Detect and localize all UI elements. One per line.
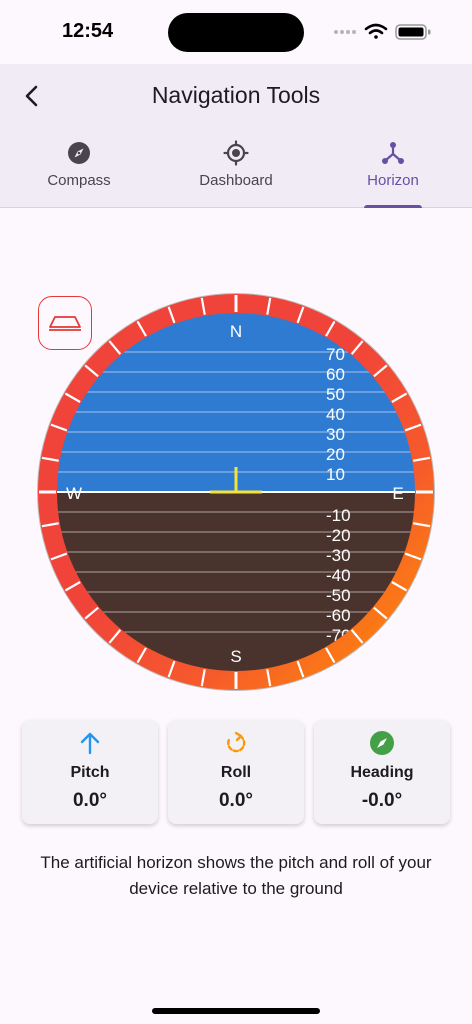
tab-label: Compass <box>47 172 111 189</box>
wifi-icon <box>364 23 388 39</box>
gps-crosshair-icon <box>223 140 249 166</box>
horizon-nodes-icon <box>382 142 404 164</box>
pitch-value: 0.0° <box>72 790 107 811</box>
pitch-label: 20 <box>326 445 345 464</box>
status-time: 12:54 <box>62 20 114 42</box>
roll-value: 0.0° <box>218 790 253 811</box>
pitch-label: 70 <box>326 345 345 364</box>
page-title: Navigation Tools <box>151 82 321 108</box>
pitch-label: -10 <box>326 506 351 525</box>
card-label: Roll <box>220 764 252 781</box>
attitude-indicator: 70 60 50 40 30 20 10 -10 -20 -30 -40 -50… <box>36 292 436 692</box>
pitch-label: 30 <box>326 425 345 444</box>
description-text: The artificial horizon shows the pitch a… <box>40 853 432 898</box>
pitch-label: -30 <box>326 546 351 565</box>
active-tab-indicator <box>364 205 422 208</box>
compass-icon <box>68 142 90 164</box>
heading-card: Heading -0.0° <box>314 720 450 824</box>
perspective-plane-icon <box>49 316 81 331</box>
attitude-dial: 70 60 50 40 30 20 10 -10 -20 -30 -40 -50… <box>37 293 435 691</box>
pitch-label: -20 <box>326 526 351 545</box>
status-bar: 12:54 <box>0 0 472 64</box>
app-header: Navigation Tools Compass Dashboard Horiz… <box>0 64 472 208</box>
arrow-up-icon <box>80 732 100 755</box>
pitch-label: -40 <box>326 566 351 585</box>
pitch-label: 60 <box>326 365 345 384</box>
pitch-card: Pitch 0.0° <box>22 720 158 824</box>
tab-compass[interactable]: Compass <box>4 140 154 208</box>
status-icons <box>334 23 431 40</box>
cardinal-north: N <box>230 322 242 341</box>
roll-card: Roll 0.0° <box>168 720 304 824</box>
card-label: Pitch <box>70 764 110 781</box>
heading-value: -0.0° <box>361 790 403 811</box>
pitch-label: 40 <box>326 405 345 424</box>
tab-dashboard[interactable]: Dashboard <box>161 140 311 208</box>
tab-label: Horizon <box>367 172 419 189</box>
battery-icon <box>395 24 431 40</box>
signal-icon <box>334 30 356 34</box>
cardinal-west: W <box>66 484 82 503</box>
tab-horizon[interactable]: Horizon <box>318 140 468 208</box>
home-indicator[interactable] <box>152 1008 320 1014</box>
pitch-label: -60 <box>326 606 351 625</box>
dynamic-island <box>168 13 304 52</box>
rotate-icon <box>227 731 246 753</box>
horizon-mode-button[interactable] <box>38 296 92 350</box>
compass-icon <box>370 731 394 755</box>
pitch-label: 50 <box>326 385 345 404</box>
card-label: Heading <box>350 764 414 781</box>
cardinal-east: E <box>392 484 403 503</box>
cardinal-south: S <box>230 647 241 666</box>
pitch-label: -50 <box>326 586 351 605</box>
pitch-label: 10 <box>326 465 345 484</box>
tab-label: Dashboard <box>199 172 273 189</box>
